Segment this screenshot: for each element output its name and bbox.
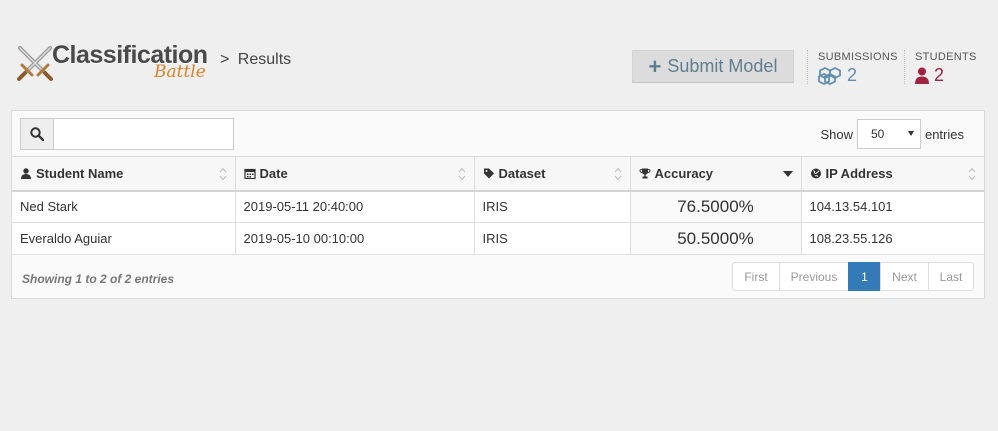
cubes-icon	[818, 66, 841, 85]
column-label: Student Name	[36, 165, 124, 181]
sort-both-icon	[968, 167, 976, 181]
page-length-control: Show 50 entries	[820, 118, 964, 150]
tag-icon	[483, 168, 494, 179]
cell-date: 2019-05-11 20:40:00	[235, 190, 475, 223]
search-input[interactable]	[53, 118, 234, 150]
table-info: Showing 1 to 2 of 2 entries	[22, 272, 175, 286]
globe-icon	[810, 168, 821, 179]
results-table: Student Name Date Dataset Accuracy IP Ad…	[12, 156, 984, 255]
cell-dataset: IRIS	[474, 222, 631, 255]
cell-accuracy: 76.5000%	[630, 190, 802, 223]
cell-date: 2019-05-10 00:10:00	[235, 222, 475, 255]
pagination-next[interactable]: Next	[880, 262, 929, 291]
results-panel: Show 50 entries Student Name Date Datase…	[11, 110, 985, 299]
cell-dataset: IRIS	[474, 190, 631, 223]
crossed-swords-icon	[17, 46, 53, 81]
column-header-dataset[interactable]: Dataset	[474, 156, 631, 192]
app-logo[interactable]: Classification Battle	[14, 40, 214, 86]
pagination-previous[interactable]: Previous	[779, 262, 849, 291]
column-label: IP Address	[825, 165, 893, 181]
table-row[interactable]: Everaldo Aguiar 2019-05-10 00:10:00 IRIS…	[12, 222, 984, 255]
pagination: First Previous 1 Next Last	[732, 262, 974, 291]
page-header: Classification Battle > Results + Submit…	[0, 0, 998, 100]
breadcrumb: > Results	[220, 51, 291, 69]
column-header-ip-address[interactable]: IP Address	[801, 156, 984, 192]
user-icon	[915, 67, 929, 84]
logo-subtitle: Battle	[154, 62, 206, 82]
user-icon	[21, 168, 31, 179]
show-label: Show	[820, 126, 853, 142]
column-label: Date	[259, 165, 288, 181]
cell-accuracy: 50.5000%	[630, 222, 802, 255]
sort-both-icon	[614, 167, 621, 181]
column-label: Accuracy	[654, 165, 714, 181]
submissions-stat: SUBMISSIONS 2	[818, 51, 898, 86]
entries-label: entries	[924, 126, 964, 142]
caret-down-icon	[907, 131, 914, 136]
cell-student-name: Ned Stark	[12, 190, 236, 223]
calendar-icon	[243, 168, 256, 179]
students-stat: STUDENTS 2	[915, 51, 977, 86]
cell-ip-address: 104.13.54.101	[801, 190, 984, 223]
column-header-accuracy[interactable]: Accuracy	[630, 156, 802, 192]
page-length-value: 50	[870, 127, 885, 141]
cell-student-name: Everaldo Aguiar	[12, 222, 236, 255]
submissions-label: SUBMISSIONS	[818, 51, 898, 63]
cell-ip-address: 108.23.55.126	[801, 222, 984, 255]
table-row[interactable]: Ned Stark 2019-05-11 20:40:00 IRIS 76.50…	[12, 190, 984, 223]
sort-desc-icon	[782, 171, 793, 177]
header-divider	[904, 50, 905, 84]
column-header-student-name[interactable]: Student Name	[12, 156, 236, 192]
sort-both-icon	[458, 167, 465, 181]
plus-icon: +	[648, 53, 662, 79]
pagination-last[interactable]: Last	[928, 262, 974, 291]
table-header-row: Student Name Date Dataset Accuracy IP Ad…	[12, 156, 984, 192]
pagination-page-1[interactable]: 1	[848, 262, 881, 291]
trophy-icon	[638, 168, 651, 179]
header-divider	[807, 50, 808, 84]
pagination-first[interactable]: First	[732, 262, 780, 291]
submit-model-label: Submit Model	[667, 56, 778, 76]
breadcrumb-current: Results	[237, 51, 292, 68]
search-button[interactable]	[20, 118, 53, 150]
column-label: Dataset	[498, 165, 546, 181]
breadcrumb-separator: >	[220, 51, 230, 68]
submit-model-button[interactable]: + Submit Model	[632, 50, 794, 83]
students-count: 2	[934, 65, 945, 85]
column-header-date[interactable]: Date	[235, 156, 475, 192]
students-label: STUDENTS	[915, 51, 977, 63]
sort-both-icon	[219, 167, 226, 181]
submissions-count: 2	[847, 65, 858, 85]
search-group	[20, 118, 234, 150]
page-length-select[interactable]: 50	[856, 119, 921, 149]
search-icon	[30, 127, 44, 141]
